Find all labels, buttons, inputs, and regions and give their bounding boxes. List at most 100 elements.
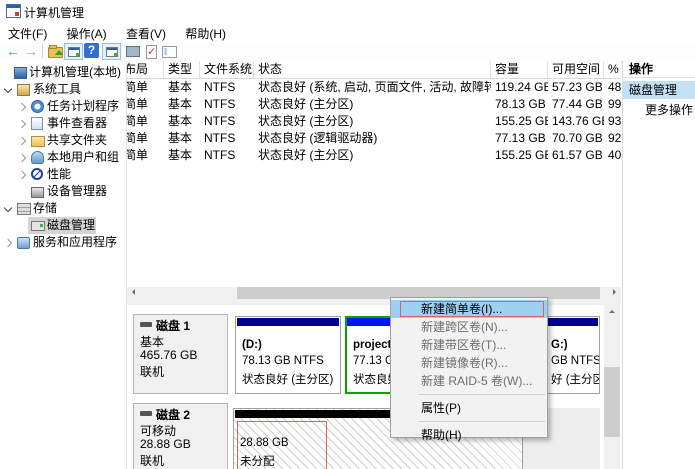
volume-row[interactable]: 简单 基本 NTFS 状态良好 (主分区) 155.25 GB 61.57 GB…	[127, 147, 621, 164]
chevron-down-icon[interactable]	[4, 204, 12, 212]
tree-item-computer-management[interactable]: 计算机管理(本地)	[0, 64, 126, 81]
tree-item-task-scheduler[interactable]: 任务计划程序	[0, 98, 126, 115]
tree-item-event-viewer[interactable]: 事件查看器	[0, 115, 126, 132]
disk2-label[interactable]: 磁盘 2 可移动 28.88 GB 联机	[133, 403, 228, 469]
chevron-right-icon[interactable]	[18, 120, 26, 128]
tree-item-shared-folders[interactable]: 共享文件夹	[0, 132, 126, 149]
tree-item-label: 任务计划程序	[47, 98, 119, 115]
cell-percent: 92	[604, 130, 621, 147]
check-icon: ✓	[147, 44, 156, 60]
volume-row[interactable]: 简单 基本 NTFS 状态良好 (主分区) 78.13 GB 77.44 GB …	[127, 96, 621, 113]
cell-filesystem: NTFS	[200, 130, 254, 147]
cell-layout: 简单	[127, 147, 164, 164]
cell-filesystem: NTFS	[200, 147, 254, 164]
vertical-scrollbar[interactable]	[604, 305, 620, 469]
cell-status: 状态良好 (逻辑驱动器)	[254, 130, 491, 147]
partition-status: 状态良好 (主分区)	[242, 371, 333, 387]
annotation-box-menu-item	[400, 301, 544, 317]
cell-free: 57.23 GB	[548, 79, 604, 96]
annotation-box-unallocated	[237, 421, 327, 469]
tree-item-storage[interactable]: 存储	[0, 200, 126, 217]
tree-item-performance[interactable]: 性能	[0, 166, 126, 183]
col-capacity-header[interactable]: 容量	[491, 61, 548, 78]
cell-layout: 简单	[127, 130, 164, 147]
chevron-right-icon[interactable]	[18, 154, 26, 162]
window-title: 计算机管理	[24, 4, 84, 21]
cell-type: 基本	[164, 113, 200, 130]
tree-item-label: 存储	[33, 200, 57, 217]
toolbar-separator	[42, 44, 43, 58]
chevron-right-icon[interactable]	[18, 103, 26, 111]
scroll-left-button[interactable]	[127, 287, 140, 299]
tree-item-label: 设备管理器	[47, 183, 107, 200]
disk-management-icon	[31, 221, 45, 231]
menu-separator	[419, 394, 545, 395]
screen-button[interactable]	[124, 43, 142, 60]
menu-item-new-mirrored-volume: 新建镜像卷(R)...	[391, 354, 547, 372]
cell-capacity: 78.13 GB	[491, 96, 548, 113]
volume-row[interactable]: 简单 基本 NTFS 状态良好 (系统, 启动, 页面文件, 活动, 故障转储,…	[127, 79, 621, 96]
disk1-label[interactable]: 磁盘 1 基本 465.76 GB 联机	[133, 314, 228, 394]
cell-percent: 99	[604, 96, 621, 113]
vertical-scroll-thumb[interactable]	[604, 367, 620, 437]
chevron-right-icon[interactable]	[18, 137, 26, 145]
menu-view[interactable]: 查看(V)	[118, 22, 174, 42]
tree-item-device-manager[interactable]: 设备管理器	[0, 183, 126, 200]
col-layout-header[interactable]: 布局	[127, 61, 164, 78]
cell-free: 70.70 GB	[548, 130, 604, 147]
help-button[interactable]: ?	[84, 43, 99, 58]
back-button[interactable]: ←	[4, 43, 22, 60]
actions-more-actions[interactable]: 更多操作	[623, 101, 695, 119]
col-percent-header[interactable]: % 可用	[604, 61, 621, 78]
check-document-button[interactable]: ✓	[142, 43, 160, 60]
partition-d[interactable]: (D:) 78.13 GB NTFS 状态良好 (主分区)	[235, 316, 341, 394]
menu-item-new-spanned-volume: 新建跨区卷(N)...	[391, 318, 547, 336]
folder-up-button[interactable]	[46, 43, 64, 60]
tree-item-system-tools[interactable]: 系统工具	[0, 81, 126, 98]
cell-layout: 简单	[127, 79, 164, 96]
tree-item-label: 共享文件夹	[47, 132, 107, 149]
users-icon	[31, 151, 44, 164]
volume-row[interactable]: 简单 基本 NTFS 状态良好 (主分区) 155.25 GB 143.76 G…	[127, 113, 621, 130]
tree-item-label: 计算机管理(本地)	[29, 64, 121, 81]
chevron-right-icon[interactable]	[18, 171, 26, 179]
menu-help[interactable]: 帮助(H)	[177, 22, 234, 42]
disk-name: 磁盘 2	[156, 406, 190, 423]
tree-item-disk-management[interactable]: 磁盘管理	[0, 217, 126, 234]
menu-item-properties[interactable]: 属性(P)	[391, 399, 547, 417]
tree-item-label: 服务和应用程序	[33, 234, 117, 251]
col-status-header[interactable]: 状态	[254, 61, 491, 78]
tree-item-label: 本地用户和组	[47, 149, 119, 166]
actions-disk-management[interactable]: 磁盘管理	[623, 81, 695, 99]
list-panel-icon	[162, 46, 177, 58]
cell-capacity: 155.25 GB	[491, 113, 548, 130]
volume-list-header: 布局 类型 文件系统 状态 容量 可用空间 % 可用	[127, 61, 621, 79]
menubar: 文件(F) 操作(A) 查看(V) 帮助(H)	[0, 22, 695, 42]
scroll-up-button[interactable]	[605, 305, 619, 317]
menu-item-help[interactable]: 帮助(H)	[391, 426, 547, 444]
console-tree-toggle[interactable]	[64, 43, 83, 60]
scroll-right-button[interactable]	[608, 287, 621, 299]
col-filesystem-header[interactable]: 文件系统	[200, 61, 254, 78]
tree-item-local-users-groups[interactable]: 本地用户和组	[0, 149, 126, 166]
disk-name: 磁盘 1	[156, 317, 190, 334]
action-pane-toggle[interactable]	[102, 43, 121, 60]
chevron-right-icon[interactable]	[4, 239, 12, 247]
shared-folder-icon	[31, 136, 45, 147]
cell-percent: 40	[604, 147, 621, 164]
actions-panel-title: 操作	[623, 61, 695, 78]
col-free-header[interactable]: 可用空间	[548, 61, 604, 78]
menu-item-new-simple-volume[interactable]: 新建简单卷(I)...	[391, 300, 547, 318]
tree-item-services-applications[interactable]: 服务和应用程序	[0, 234, 126, 251]
menu-action[interactable]: 操作(A)	[59, 22, 115, 42]
chevron-down-icon[interactable]	[4, 85, 12, 93]
event-viewer-icon	[31, 117, 43, 130]
forward-button[interactable]: →	[22, 43, 40, 60]
menu-file[interactable]: 文件(F)	[0, 22, 55, 42]
cell-filesystem: NTFS	[200, 96, 254, 113]
screen-icon	[126, 46, 140, 57]
computer-management-window: 计算机管理 文件(F) 操作(A) 查看(V) 帮助(H) ← → ? ✓ 计算…	[0, 0, 695, 469]
col-type-header[interactable]: 类型	[164, 61, 200, 78]
volume-row[interactable]: 简单 基本 NTFS 状态良好 (逻辑驱动器) 77.13 GB 70.70 G…	[127, 130, 621, 147]
properties-panel-button[interactable]	[160, 43, 178, 60]
